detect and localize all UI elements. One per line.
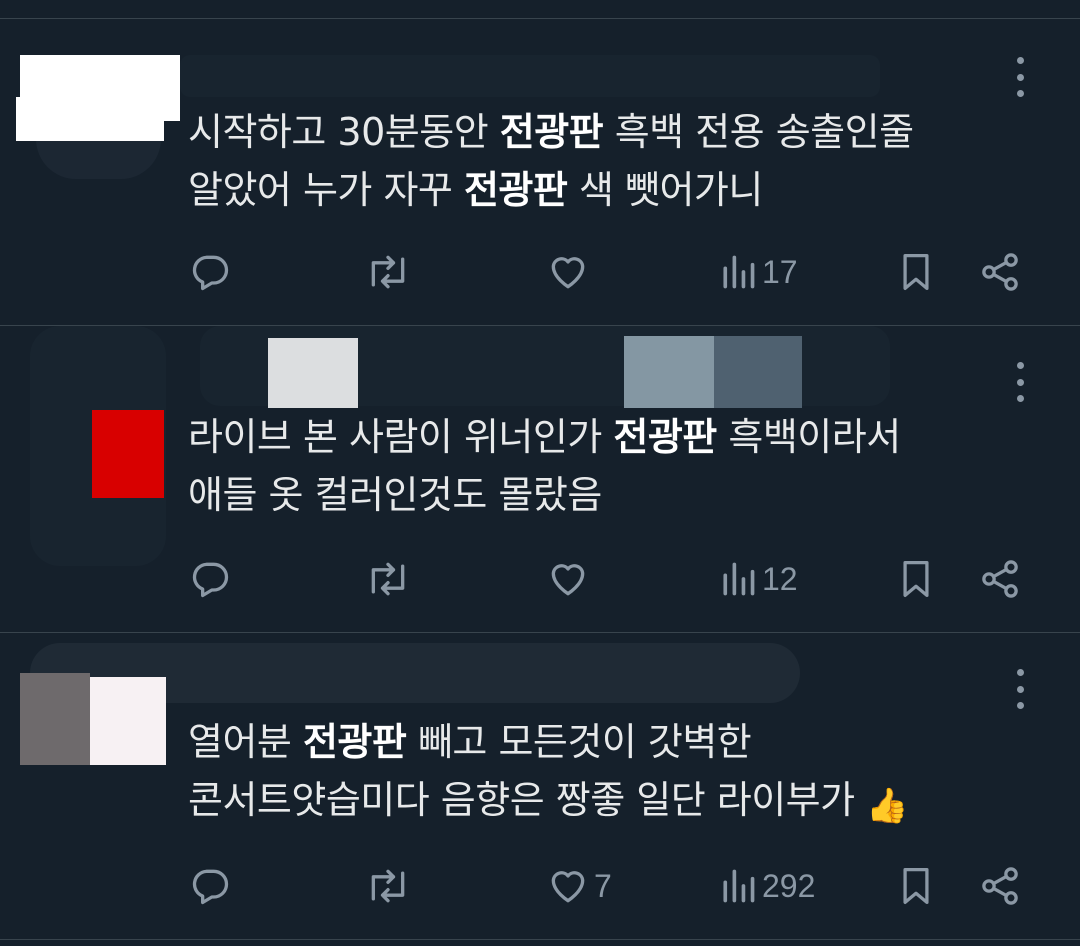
heart-icon: [551, 257, 585, 289]
tweet-text-line-1: 열어분 전광판 빼고 모든것이 갓벽한: [188, 720, 752, 764]
like-button[interactable]: [546, 554, 594, 604]
thumbs-up-emoji: 👍: [866, 786, 909, 826]
retweet-icon: [371, 255, 405, 289]
tweet-text: 라이브 본 사람이 위너인가 전광판 흑백이라서 애들 옷 컬러인것도 몰랐음: [188, 408, 1028, 524]
tweet-actions: 7 292: [0, 861, 1080, 911]
tweet-text: 시작하고 30분동안 전광판 흑백 전용 송출인줄 알았어 누가 자꾸 전광판 …: [188, 103, 1028, 219]
share-icon: [982, 867, 1018, 905]
retweet-button[interactable]: [364, 861, 412, 911]
reply-icon: [192, 869, 229, 905]
share-icon: [982, 253, 1018, 291]
redacted-avatar: [20, 673, 90, 765]
more-button[interactable]: [1008, 362, 1032, 402]
tweet-actions: 17: [0, 247, 1080, 297]
tweet-text: 열어분 전광판 빼고 모든것이 갓벽한 콘서트얏습미다 음향은 짱좋 일단 라이…: [188, 713, 1028, 829]
tweet-2[interactable]: 라이브 본 사람이 위너인가 전광판 흑백이라서 애들 옷 컬러인것도 몰랐음 …: [0, 326, 1080, 632]
share-button[interactable]: [978, 554, 1022, 604]
redacted-avatar: [90, 677, 166, 765]
views-count: 12: [762, 560, 798, 597]
redacted-name: [16, 97, 164, 141]
reply-button[interactable]: [188, 861, 232, 911]
bookmark-button[interactable]: [896, 554, 936, 604]
redacted-avatar: [92, 410, 164, 498]
redacted-name: [268, 338, 358, 408]
share-icon: [982, 560, 1018, 598]
bookmark-button[interactable]: [896, 861, 936, 911]
retweet-icon: [371, 562, 405, 596]
more-button[interactable]: [1008, 57, 1032, 97]
share-button[interactable]: [978, 861, 1022, 911]
bookmark-icon: [903, 254, 929, 290]
views-icon: [723, 562, 755, 596]
tweet-text-line-2: 애들 옷 컬러인것도 몰랐음: [188, 473, 602, 517]
tweet-text-line-1: 시작하고 30분동안 전광판 흑백 전용 송출인줄: [188, 110, 914, 154]
views-button[interactable]: 17: [718, 247, 798, 297]
redacted-handle: [624, 336, 714, 408]
tweet-text-line-2: 알았어 누가 자꾸 전광판 색 뺏어가니: [188, 168, 763, 212]
retweet-button[interactable]: [364, 554, 412, 604]
views-button[interactable]: 12: [718, 554, 798, 604]
reply-button[interactable]: [188, 247, 232, 297]
bookmark-button[interactable]: [896, 247, 936, 297]
views-icon: [723, 255, 755, 289]
like-count: 7: [594, 867, 612, 904]
tweet-1[interactable]: 시작하고 30분동안 전광판 흑백 전용 송출인줄 알았어 누가 자꾸 전광판 …: [0, 19, 1080, 325]
views-icon: [723, 869, 755, 903]
bottom-divider: [0, 939, 1080, 940]
bookmark-icon: [903, 561, 929, 597]
retweet-button[interactable]: [364, 247, 412, 297]
like-button[interactable]: [546, 247, 594, 297]
tweet-text-line-2: 콘서트얏습미다 음향은 짱좋 일단 라이부가 👍: [188, 778, 909, 826]
share-button[interactable]: [978, 247, 1022, 297]
retweet-icon: [371, 869, 405, 903]
tweet-text-line-1: 라이브 본 사람이 위너인가 전광판 흑백이라서: [188, 415, 901, 459]
heart-icon: [551, 564, 585, 596]
views-button[interactable]: 292: [718, 861, 815, 911]
reply-icon: [192, 562, 229, 598]
tweet-actions: 12: [0, 554, 1080, 604]
reply-icon: [192, 255, 229, 291]
bookmark-icon: [903, 868, 929, 904]
tweet-3[interactable]: 열어분 전광판 빼고 모든것이 갓벽한 콘서트얏습미다 음향은 짱좋 일단 라이…: [0, 633, 1080, 939]
more-button[interactable]: [1008, 669, 1032, 709]
like-button[interactable]: 7: [546, 861, 612, 911]
redacted-handle: [714, 336, 802, 408]
redacted-header: [180, 55, 880, 97]
views-count: 17: [762, 253, 798, 290]
heart-icon: [551, 871, 585, 903]
reply-button[interactable]: [188, 554, 232, 604]
views-count: 292: [762, 867, 816, 904]
